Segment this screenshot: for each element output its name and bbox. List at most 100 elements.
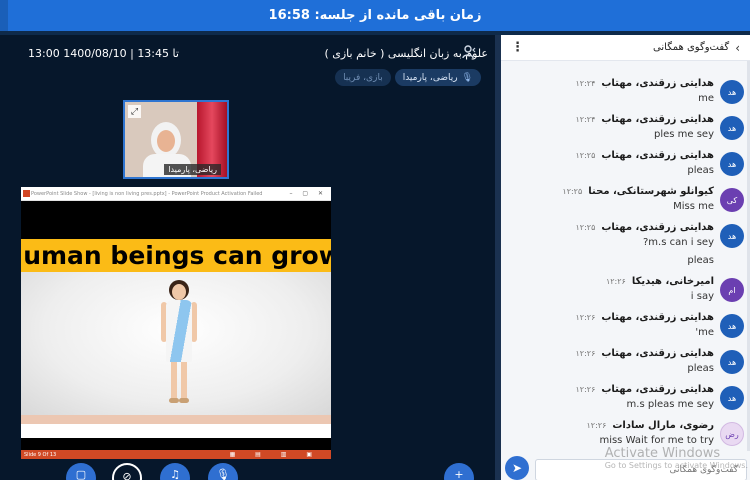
chat-message-text: ples me sey (653, 129, 714, 140)
chat-header-title: گفت‌وگوی همگانی (653, 42, 730, 53)
chat-panel: › گفت‌وگوی همگانی ⋮ هد هدایتی زرقندی، مهت… (501, 35, 750, 480)
chat-message-meta: کیوانلو شهرستانکی، محنا ۱۲:۲۵ (562, 186, 714, 197)
window-buttons: – ▢ ✕ (289, 190, 327, 197)
avatar[interactable]: هد (720, 152, 744, 176)
slideshow-status-text: Slide 9 Of 13 (24, 451, 57, 458)
microphone-icon: 🎙 (461, 72, 473, 83)
chat-message-meta: هدایتی زرقندی، مهتاب ۱۲:۲۵ (575, 150, 714, 161)
watermark-line1: Activate Windows (604, 446, 721, 461)
chat-timestamp: ۱۲:۲۴ (575, 115, 596, 124)
chat-sender-name: هدایتی زرقندی، مهتاب (601, 222, 714, 233)
chat-sender-name: هدایتی زرقندی، مهتاب (601, 114, 714, 125)
chat-message-text: me (698, 93, 714, 104)
send-icon[interactable]: ➤ (505, 456, 529, 480)
slideshow-status-bar: Slide 9 Of 13 ▦ ▤ ▥ ▣ (21, 450, 331, 459)
chat-sender-name: هدایتی زرقندی، مهتاب (601, 312, 714, 323)
chat-message: هد هدایتی زرقندی، مهتاب ۱۲:۲۴ ples me sey (501, 113, 750, 147)
user-icon[interactable] (461, 44, 477, 60)
slide-video-frame (21, 272, 331, 415)
user-icon-svg (462, 45, 476, 59)
slide-bottom-band (21, 415, 331, 424)
chat-sender-name: امیرخانی، هیدیکا (631, 276, 714, 287)
avatar[interactable]: هد (720, 80, 744, 104)
camera-off-button[interactable]: ⊘ (112, 463, 142, 480)
chat-message: هد هدایتی زرقندی، مهتاب ۱۲:۲۶ 'me (501, 311, 750, 345)
chat-timestamp: ۱۲:۲۶ (575, 385, 596, 394)
chat-sender-name: هدایتی زرقندی، مهتاب (601, 150, 714, 161)
slideshow-footer: Slide 9 Of 13 ▦ ▤ ▥ ▣ (21, 438, 331, 459)
session-timer-bar: زمان باقی مانده از جلسه: 16:58 (0, 0, 750, 31)
session-time-range: 13:00 تا 13:45 | 1400/08/10 (28, 46, 179, 60)
watermark-line2: Go to Settings to activate Windows. (604, 461, 748, 470)
speaker-pill-label: ریاضی، پارمیدا (402, 72, 458, 83)
chat-timestamp: ۱۲:۲۵ (575, 151, 596, 160)
chat-message-text: pleas (687, 165, 714, 176)
muted-pill[interactable]: بازی، فریبا (335, 69, 391, 86)
chat-message-meta: هدایتی زرقندی، مهتاب ۱۲:۲۵ (575, 222, 714, 233)
chat-message-text: miss Wait for me to try (599, 435, 714, 446)
chat-message: ام امیرخانی، هیدیکا ۱۲:۲۶ i say (501, 275, 750, 309)
add-button[interactable]: + (444, 463, 474, 480)
chat-message-text: m.s pleas me sey (626, 399, 714, 410)
girl-leg-right (181, 362, 187, 400)
webcam-tile[interactable]: ⤢ ریاضی، پارمیدا (123, 100, 229, 179)
avatar[interactable]: هد (720, 224, 744, 248)
chat-message-meta: رضوی، مارال سادات ۱۲:۲۶ (586, 420, 714, 431)
chat-message-text: Miss me (673, 201, 714, 212)
slideshow-window-title-text: PowerPoint Slide Show - [living is non l… (31, 190, 263, 197)
main-presentation-area: 13:00 تا 13:45 | 1400/08/10 علوم به زبان… (0, 35, 495, 480)
chat-message-text: i say (690, 291, 714, 302)
avatar[interactable]: رض (720, 422, 744, 446)
chat-message: هد هدایتی زرقندی، مهتاب ۱۲:۲۵ ?m.s can i se… (501, 221, 750, 255)
meeting-controls: ▢ ⊘ ♫ 🎙 + (60, 463, 490, 480)
chat-message: هد هدایتی زرقندی، مهتاب ۱۲:۲۶ m.s pleas me … (501, 383, 750, 417)
chat-message: کی کیوانلو شهرستانکی، محنا ۱۲:۲۵ Miss me (501, 185, 750, 219)
shared-screen: PowerPoint Slide Show - [living is non l… (21, 187, 331, 459)
avatar[interactable]: هد (720, 116, 744, 140)
girl-dress (166, 300, 192, 362)
screen-share-button[interactable]: ▢ (66, 463, 96, 480)
kebab-menu-icon[interactable]: ⋮ (511, 40, 524, 55)
chat-message-meta: امیرخانی، هیدیکا ۱۲:۲۶ (606, 276, 714, 287)
girl-shoe-left (169, 398, 179, 403)
chat-sender-name: هدایتی زرقندی، مهتاب (601, 78, 714, 89)
chat-message-text: ?m.s can i sey (643, 237, 714, 248)
chat-message: هد هدایتی زرقندی، مهتاب ۱۲:۲۶ pleas (501, 347, 750, 381)
chat-message-list: هد هدایتی زرقندی، مهتاب ۱۲:۲۴ me هد هدایتی زر… (501, 75, 750, 450)
activate-windows-watermark: Activate Windows Go to Settings to activ… (605, 446, 748, 470)
avatar[interactable]: هد (720, 314, 744, 338)
powerpoint-icon (23, 190, 30, 197)
chat-timestamp: ۱۲:۲۶ (575, 349, 596, 358)
chat-message-text: pleas (687, 255, 714, 266)
chat-timestamp: ۱۲:۲۶ (605, 277, 626, 286)
chat-message-meta: هدایتی زرقندی، مهتاب ۱۲:۲۶ (575, 384, 714, 395)
slideshow-window-title: PowerPoint Slide Show - [living is non l… (21, 187, 331, 201)
avatar[interactable]: کی (720, 188, 744, 212)
microphone-button[interactable]: 🎙 (208, 463, 238, 480)
girl-shoe-right (179, 398, 189, 403)
avatar[interactable]: هد (720, 350, 744, 374)
muted-pill-label: بازی، فریبا (343, 72, 383, 83)
slide-top-band (21, 201, 331, 239)
chat-timestamp: ۱۲:۲۵ (575, 223, 596, 232)
app-root: زمان باقی مانده از جلسه: 16:58 13:00 تا … (0, 0, 750, 480)
webcam-person-face (157, 130, 175, 152)
avatar[interactable]: ام (720, 278, 744, 302)
chat-sender-name: هدایتی زرقندی، مهتاب (601, 348, 714, 359)
slideshow-view-icons[interactable]: ▦ ▤ ▥ ▣ (230, 451, 321, 458)
chevron-icon[interactable]: › (735, 41, 740, 55)
chat-message-meta: هدایتی زرقندی، مهتاب ۱۲:۲۶ (575, 348, 714, 359)
expand-icon[interactable]: ⤢ (128, 105, 141, 118)
chat-message-text: 'me (695, 327, 714, 338)
chat-sender-name: هدایتی زرقندی، مهتاب (601, 384, 714, 395)
audio-button[interactable]: ♫ (160, 463, 190, 480)
speaker-pill[interactable]: 🎙 ریاضی، پارمیدا (394, 69, 481, 86)
chat-sender-name: رضوی، مارال سادات (612, 420, 714, 431)
chat-message-meta: هدایتی زرقندی، مهتاب ۱۲:۲۴ (575, 78, 714, 89)
webcam-name-tag: ریاضی، پارمیدا (164, 164, 221, 175)
chat-message: هد هدایتی زرقندی، مهتاب ۱۲:۲۵ pleas (501, 149, 750, 183)
chat-timestamp: ۱۲:۲۶ (586, 421, 607, 430)
chat-timestamp: ۱۲:۲۴ (575, 79, 596, 88)
participant-pills: 🎙 ریاضی، پارمیدا بازی، فریبا (335, 69, 481, 86)
avatar[interactable]: هد (720, 386, 744, 410)
